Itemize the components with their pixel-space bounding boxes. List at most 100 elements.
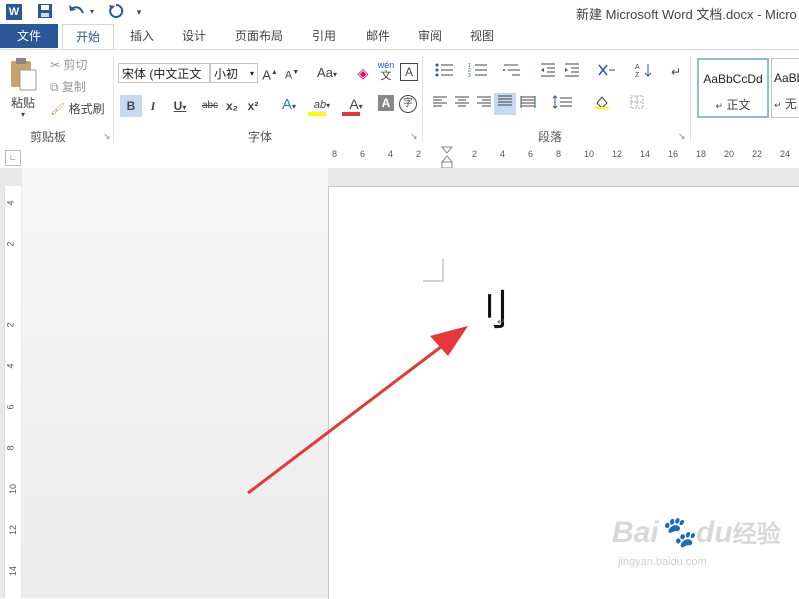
highlight-button[interactable]: ab▾ [308,94,336,116]
align-right-icon[interactable] [474,95,494,115]
undo-icon[interactable] [66,3,88,21]
tab-view[interactable]: 视图 [458,24,506,48]
separator [690,56,691,142]
highlight-color-bar [308,112,326,116]
watermark-brand: Bai🐾du经验 [612,514,781,550]
enclose-char-icon[interactable]: 字 [399,95,417,113]
font-name-combo[interactable]: 宋体 (中文正文 [118,63,210,83]
shading-icon[interactable] [590,95,620,115]
ruler-tick: 4 [388,149,394,159]
superscript-button[interactable]: x² [245,96,261,116]
tab-references[interactable]: 引用 [300,24,348,48]
show-marks-icon[interactable]: ↵ [666,62,686,82]
sort-icon[interactable]: AZ [634,62,654,82]
text-effect-label: A [281,96,292,113]
ruler-tick: 18 [696,149,707,159]
bold-button[interactable]: B [120,95,142,117]
shrink-font-icon[interactable]: A▼ [284,63,300,83]
save-icon[interactable] [36,3,54,21]
font-size-combo[interactable]: 小初 ▾ [210,63,258,83]
ruler-tick: 20 [724,149,735,159]
copy-label: 复制 [61,80,86,94]
text-effect-button[interactable]: A▾ [276,95,302,115]
grow-font-icon[interactable]: A▲ [262,63,278,83]
vruler-tick: 2 [5,322,16,328]
paragraph-mark-icon: ↵ [497,317,506,328]
ruler-margin-shade [326,149,444,163]
borders-icon[interactable] [626,95,656,115]
align-center-icon[interactable] [452,95,472,115]
tab-insert[interactable]: 插入 [118,24,166,48]
window-title: 新建 Microsoft Word 文档.docx - Micro [576,7,797,22]
justify-icon[interactable] [494,93,516,115]
increase-indent-icon[interactable] [562,62,582,82]
font-name-value: 宋体 (中文正文 [122,67,202,81]
sort-direction-icon[interactable] [592,62,622,82]
tab-selector-icon[interactable]: ∟ [5,150,21,166]
ruler-tick: 2 [472,149,478,159]
horizontal-ruler[interactable]: 8 6 4 2 2 4 6 8 10 12 14 16 18 20 22 24 [326,149,799,163]
customize-icon[interactable]: ▾ [134,3,144,21]
bullets-icon[interactable] [430,62,458,82]
paste-label: 粘贴 [10,96,35,110]
highlight-label: ab [313,99,327,111]
underline-button[interactable]: U▾ [168,96,192,116]
undo-dropdown-icon[interactable]: ▾ [88,3,96,21]
tab-design[interactable]: 设计 [170,24,218,48]
ruler-tick: 6 [528,149,534,159]
paw-icon: 🐾 [658,516,697,549]
ruler-row: ∟ 8 6 4 2 2 4 6 8 10 12 14 16 18 20 22 24 [0,146,799,170]
ribbon: 粘贴 ▾ ✂ 剪切 ⧉ 复制 🖌 格式刷 剪贴板 ↘ 宋体 (中文正文 小初 ▾ … [0,49,799,147]
redo-icon[interactable] [106,3,126,21]
line-spacing-icon[interactable] [548,95,578,115]
tab-home[interactable]: 开始 [62,24,114,50]
dialog-launcher-icon[interactable]: ↘ [103,131,111,142]
subscript-button[interactable]: x₂ [224,96,240,116]
font-color-label: A [349,96,359,112]
chevron-down-icon: ▾ [332,70,337,79]
char-shading-icon[interactable]: A [378,95,394,111]
chevron-down-icon: ▾ [182,103,187,112]
tab-review[interactable]: 审阅 [406,24,454,48]
dialog-launcher-icon[interactable]: ↘ [678,131,686,142]
distributed-icon[interactable] [518,95,538,115]
vertical-ruler[interactable]: 4 2 2 4 6 8 10 12 14 [4,186,21,598]
ruler-tick: 8 [332,149,338,159]
vruler-tick: 10 [8,483,19,495]
numbering-icon[interactable]: 123 [464,62,492,82]
tab-file[interactable]: 文件 [0,24,58,48]
indent-marker-icon[interactable] [440,146,454,170]
multilevel-list-icon[interactable] [498,62,526,82]
word-icon[interactable]: W [6,4,22,20]
watermark-cn: 经验 [732,521,781,548]
clear-format-icon[interactable]: ◈ [354,63,372,83]
copy-button[interactable]: ⧉ 复制 [50,77,110,97]
tab-layout[interactable]: 页面布局 [226,24,292,48]
strikethrough-button[interactable]: abc [200,96,220,116]
char-border-icon[interactable]: A [400,63,418,81]
cut-button[interactable]: ✂ 剪切 [50,55,110,75]
chevron-down-icon: ▾ [249,69,254,78]
format-painter-button[interactable]: 🖌 格式刷 [50,99,110,119]
paste-button[interactable]: 粘贴 ▾ [6,56,40,126]
phonetic-guide-icon[interactable]: wén 文 [376,60,396,84]
dialog-launcher-icon[interactable]: ↘ [410,131,418,142]
style-normal[interactable]: AaBbCcDd ↵ 正文 [697,58,769,118]
vruler-tick: 4 [5,363,16,369]
paragraph-mark-icon: ↵ [774,100,782,110]
align-left-icon[interactable] [430,95,450,115]
decrease-indent-icon[interactable] [538,62,558,82]
chevron-down-icon: ▾ [20,110,25,119]
change-case-button[interactable]: Aa▾ [312,63,342,83]
ruler-tick: 22 [752,149,763,159]
vruler-tick: 4 [5,200,16,206]
svg-text:Z: Z [635,72,640,78]
ribbon-tabs: 文件 开始 插入 设计 页面布局 引用 邮件 审阅 视图 [0,24,799,50]
style-normal-sample: AaBbCcDd [703,72,763,86]
tab-mailings[interactable]: 邮件 [354,24,402,48]
font-color-button[interactable]: A▾ [342,94,370,116]
style-no-spacing[interactable]: AaBbI ↵ 无 [771,58,799,118]
vruler-tick: 2 [5,241,16,247]
style-normal-name: 正文 [726,98,751,112]
italic-button[interactable]: I [145,96,161,116]
